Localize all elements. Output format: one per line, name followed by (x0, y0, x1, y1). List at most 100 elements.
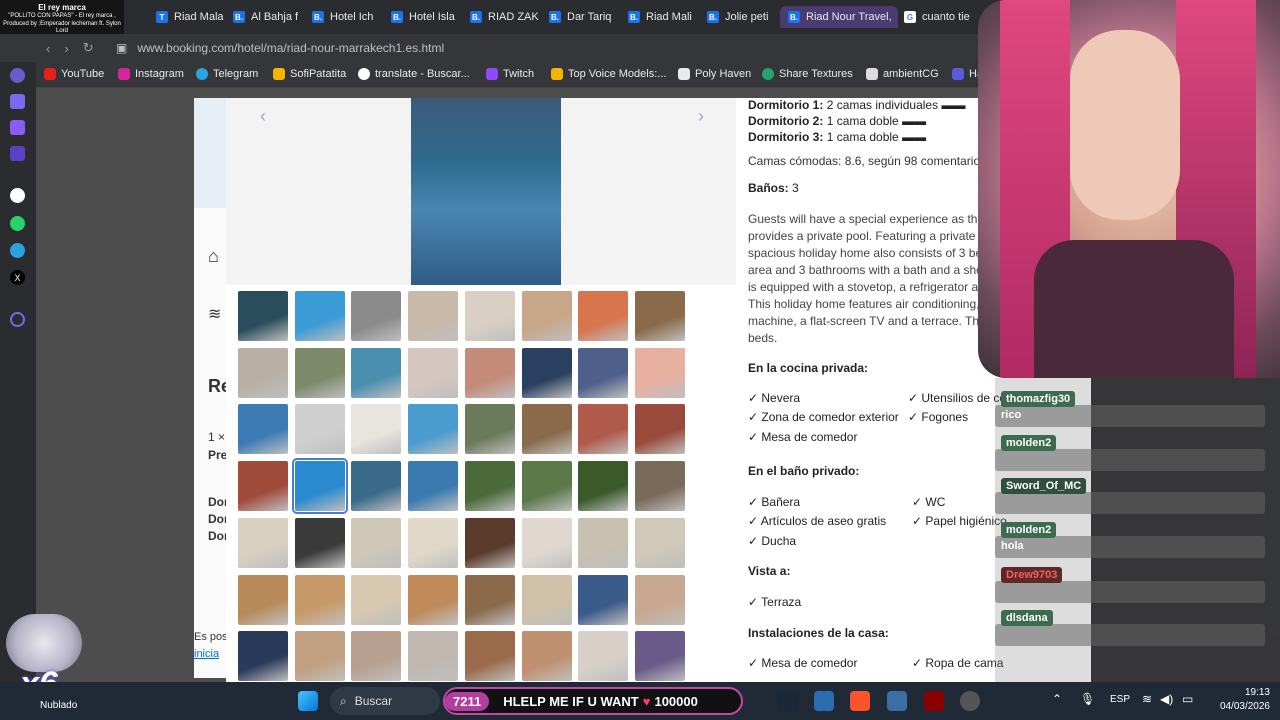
bookmark-telegram[interactable]: Telegram (196, 68, 258, 80)
photo-thumbnail[interactable] (294, 404, 345, 455)
photo-thumbnail[interactable] (634, 291, 685, 341)
photo-thumbnail[interactable] (408, 291, 459, 341)
photo-thumbnail[interactable] (408, 631, 459, 682)
battery-icon[interactable]: ▭ (1182, 692, 1193, 706)
photo-thumbnail[interactable] (238, 347, 288, 398)
bookmark-top-voice[interactable]: Top Voice Models:... (551, 68, 666, 80)
steam-icon[interactable] (778, 691, 798, 711)
photo-thumbnail[interactable] (238, 461, 288, 512)
notepad-icon[interactable] (814, 691, 834, 711)
photo-thumbnail[interactable] (464, 347, 515, 398)
photo-thumbnail[interactable] (578, 404, 629, 455)
bookmark-ambientcg[interactable]: ambientCG (866, 68, 939, 80)
tab-riad-zak[interactable]: B. RIAD ZAK (470, 6, 540, 28)
brave-icon[interactable] (850, 691, 870, 711)
reload-icon[interactable]: ↻ (83, 40, 94, 56)
photo-thumbnail[interactable] (634, 404, 685, 455)
photo-thumbnail[interactable] (578, 347, 629, 398)
obs-icon[interactable] (960, 691, 980, 711)
photo-thumbnail[interactable] (294, 347, 345, 398)
photo-thumbnail[interactable] (408, 574, 459, 625)
photo-thumbnail[interactable] (521, 461, 572, 512)
site-info-icon[interactable]: ▣ (116, 41, 127, 55)
bookmark-twitch[interactable]: Twitch (486, 68, 534, 80)
photo-thumbnail[interactable] (521, 631, 572, 682)
photo-thumbnail[interactable] (634, 347, 685, 398)
tab-al-bahja[interactable]: B. Al Bahja f (233, 6, 303, 28)
tab-dar-tariq[interactable]: B. Dar Tariq (549, 6, 619, 28)
photo-thumbnail[interactable] (351, 404, 402, 455)
photo-thumbnail[interactable] (351, 347, 402, 398)
photo-thumbnail[interactable] (634, 631, 685, 682)
map-thumbnail[interactable] (194, 98, 228, 208)
chevron-up-icon[interactable]: ⌃ (1052, 692, 1062, 706)
tab-cuanto-tie[interactable]: Gcuanto tie (904, 6, 974, 28)
photo-thumbnail[interactable] (351, 631, 402, 682)
wifi-icon[interactable]: ≋ (1142, 692, 1152, 706)
photo-thumbnail[interactable] (464, 517, 515, 568)
forward-icon[interactable]: › (64, 41, 68, 56)
photo-thumbnail[interactable] (294, 631, 345, 682)
photo-thumbnail[interactable] (464, 461, 515, 512)
photo-thumbnail[interactable] (464, 404, 515, 455)
telegram-icon[interactable] (10, 243, 25, 258)
photo-thumbnail[interactable] (578, 517, 629, 568)
photo-thumbnail[interactable] (238, 404, 288, 455)
bookmark-poly-haven[interactable]: Poly Haven (678, 68, 751, 80)
sidebar-app-icon[interactable] (10, 94, 25, 109)
bookmark-share-textures[interactable]: Share Textures (762, 68, 853, 80)
photo-thumbnail[interactable] (578, 291, 629, 341)
photo-thumbnail[interactable] (408, 517, 459, 568)
photo-thumbnail[interactable] (351, 517, 402, 568)
photo-thumbnail[interactable] (408, 461, 459, 512)
photo-thumbnail[interactable] (351, 461, 402, 512)
photo-thumbnail[interactable] (351, 291, 402, 341)
x-icon[interactable]: X (10, 270, 25, 285)
photo-thumbnail[interactable] (464, 631, 515, 682)
photo-thumbnail[interactable] (238, 291, 288, 341)
photo-thumbnail[interactable] (294, 517, 345, 568)
back-icon[interactable]: ‹ (46, 41, 50, 56)
photo-thumbnail[interactable] (578, 461, 629, 512)
sidebar-app-icon[interactable] (10, 68, 25, 83)
photo-thumbnail[interactable] (521, 574, 572, 625)
bookmark-translate[interactable]: translate - Buscar... (358, 68, 470, 80)
tab-jolie-peti[interactable]: B. Jolie peti (707, 6, 777, 28)
start-icon[interactable] (298, 691, 318, 711)
bookmark-youtube[interactable]: YouTube (44, 68, 104, 80)
photo-thumbnail[interactable] (578, 574, 629, 625)
photo-thumbnail[interactable] (634, 461, 685, 512)
bookmark-sofipatatita[interactable]: SofiPatatita (273, 68, 346, 80)
photo-thumbnail[interactable] (521, 517, 572, 568)
sidebar-app-icon[interactable] (10, 120, 25, 135)
photo-thumbnail[interactable] (578, 631, 629, 682)
taskbar-search[interactable]: ⌕ Buscar (330, 687, 440, 715)
whatsapp-icon[interactable] (10, 216, 25, 231)
tab-hotel-ich[interactable]: B. Hotel Ich (312, 6, 382, 28)
photo-thumbnail[interactable] (634, 517, 685, 568)
photo-thumbnail[interactable] (408, 404, 459, 455)
clock[interactable]: 19:13 04/03/2026 (1220, 686, 1270, 714)
photo-thumbnail[interactable] (294, 291, 345, 341)
volume-icon[interactable]: ◀) (1160, 692, 1173, 706)
prev-photo-icon[interactable]: ‹ (260, 106, 266, 127)
weather-label[interactable]: Nublado (40, 700, 77, 711)
photo-thumbnail[interactable] (521, 291, 572, 341)
tab-hotel-isla[interactable]: B. Hotel Isla (391, 6, 461, 28)
photo-thumbnail[interactable] (351, 574, 402, 625)
app-icon[interactable] (924, 691, 944, 711)
photo-thumbnail[interactable] (464, 574, 515, 625)
messenger-icon[interactable] (10, 146, 25, 161)
url-field[interactable]: ▣ www.booking.com/hotel/ma/riad-nour-mar… (116, 38, 996, 58)
photo-thumbnail[interactable] (238, 574, 288, 625)
chatgpt-icon[interactable] (10, 188, 25, 203)
main-photo[interactable] (411, 98, 561, 285)
tab-riad-mala[interactable]: T Riad Mala (156, 6, 226, 28)
history-icon[interactable] (10, 312, 25, 327)
photo-thumbnail[interactable] (464, 291, 515, 341)
photo-thumbnail[interactable] (238, 517, 288, 568)
next-photo-icon[interactable]: › (698, 106, 704, 127)
bookmark-instagram[interactable]: Instagram (118, 68, 184, 80)
calculator-icon[interactable] (887, 691, 907, 711)
signin-link-partial[interactable]: inicia (194, 648, 219, 660)
